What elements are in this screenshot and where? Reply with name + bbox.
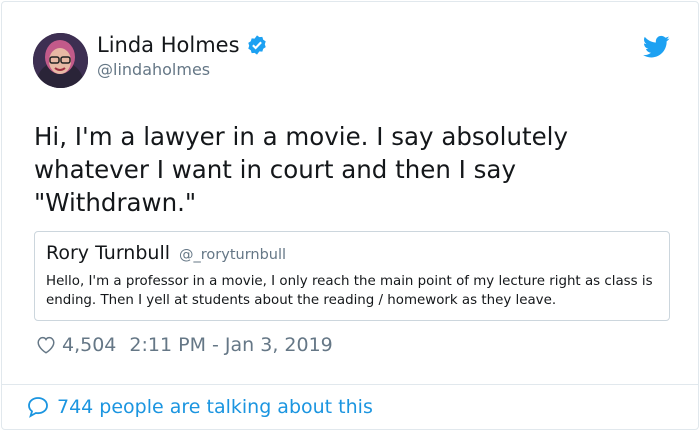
quoted-tweet[interactable]: Rory Turnbull @_roryturnbull Hello, I'm … <box>34 231 670 321</box>
tweet-meta: 4,504 2:11 PM - Jan 3, 2019 <box>35 333 333 357</box>
speech-bubble-icon <box>28 397 48 418</box>
footer-divider <box>2 384 698 385</box>
conversation-text: 744 people are talking about this <box>57 396 373 418</box>
verified-badge-icon <box>247 35 266 55</box>
author-name[interactable]: Linda Holmes <box>97 33 268 57</box>
author-handle[interactable]: @lindaholmes <box>97 60 210 79</box>
conversation-link[interactable]: 744 people are talking about this <box>26 395 373 419</box>
like-count[interactable]: 4,504 <box>62 334 116 356</box>
heart-icon[interactable] <box>35 334 57 356</box>
quoted-author-handle: @_roryturnbull <box>179 247 287 263</box>
quoted-author-name: Rory Turnbull <box>46 242 171 264</box>
tweet-timestamp[interactable]: 2:11 PM - Jan 3, 2019 <box>129 334 332 356</box>
tweet-text: Hi, I'm a lawyer in a movie. I say absol… <box>34 122 568 217</box>
quoted-tweet-header: Rory Turnbull @_roryturnbull <box>46 242 286 264</box>
author-name-text: Linda Holmes <box>97 33 240 57</box>
avatar[interactable] <box>33 33 88 88</box>
avatar-image <box>33 33 88 88</box>
quoted-tweet-text: Hello, I'm a professor in a movie, I onl… <box>46 274 653 308</box>
twitter-bird-icon[interactable] <box>643 35 670 59</box>
tweet-card: Linda Holmes @lindaholmes Hi, I'm a lawy… <box>1 1 699 430</box>
